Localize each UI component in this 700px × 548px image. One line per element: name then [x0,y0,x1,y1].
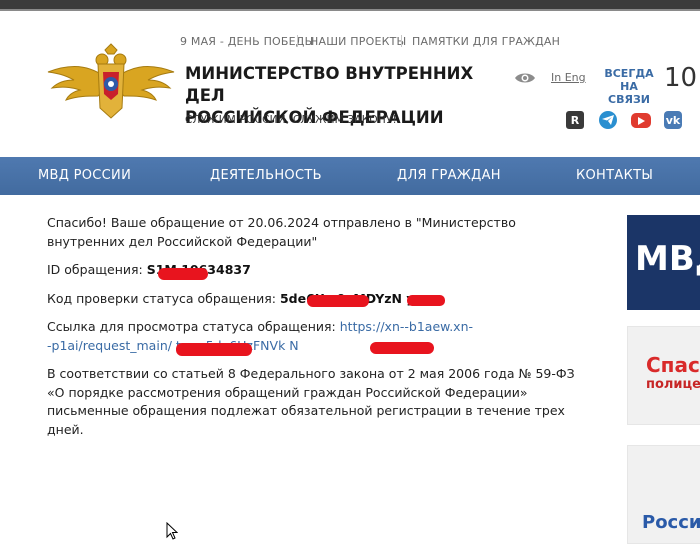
ministry-emblem-icon[interactable] [44,42,178,122]
nav-item-contacts[interactable]: КОНТАКТЫ [576,168,653,183]
site-slogan: СЛУЖИМ РОССИИ, СЛУЖИМ ЗАКОНУ! [185,114,397,126]
always-in-touch-label: ВСЕГДА НА СВЯЗИ [600,67,658,106]
redaction-mark [158,268,208,280]
redaction-mark [176,343,252,356]
police-thanks-banner[interactable]: Спас полице [627,326,700,425]
request-id-label: ID обращения: [47,262,143,277]
russia-banner[interactable]: Росси [627,445,700,544]
thanks-message: Спасибо! Ваше обращение от 20.06.2024 от… [47,215,516,249]
vk-icon[interactable]: vk [664,111,682,129]
browser-top-divider [0,9,700,11]
telegram-icon[interactable] [599,111,617,129]
mouse-cursor-icon [166,522,178,540]
always-line-1: ВСЕГДА [604,67,654,80]
divider [401,35,402,47]
top-link-victory-day[interactable]: 9 МАЯ - ДЕНЬ ПОБЕДЫ [180,35,315,48]
site-title-line-1: МИНИСТЕРСТВО ВНУТРЕННИХ ДЕЛ [185,64,474,105]
accessibility-eye-icon[interactable] [514,71,536,85]
top-link-projects[interactable]: НАШИ ПРОЕКТЫ [310,35,406,48]
rutube-icon[interactable]: R [566,111,584,129]
redaction-mark [407,295,445,306]
redaction-mark [370,342,434,354]
always-line-2: НА СВЯЗИ [608,80,650,106]
mvd-media-banner[interactable]: МВД [627,215,700,310]
nav-item-mvd-russia[interactable]: МВД РОССИИ [38,168,131,183]
main-navigation: МВД РОССИИ ДЕЯТЕЛЬНОСТЬ ДЛЯ ГРАЖДАН КОНТ… [0,157,700,195]
banner-text: МВД [635,239,700,279]
english-version-link[interactable]: In Eng [551,71,586,84]
redaction-mark [307,295,369,307]
youtube-icon[interactable] [631,113,651,128]
banner-text: полице [646,377,700,392]
status-link-label: Ссылка для просмотра статуса обращения: [47,319,336,334]
banner-text: Росси [642,512,700,533]
check-code-label: Код проверки статуса обращения: [47,290,276,306]
hotline-number[interactable]: 10 [664,63,697,93]
nav-item-for-citizens[interactable]: ДЛЯ ГРАЖДАН [397,168,501,183]
banner-text: Спас [646,353,700,377]
divider [297,35,298,47]
request-id-row: ID обращения: S1M 10634837 [47,261,607,280]
nav-item-activity[interactable]: ДЕЯТЕЛЬНОСТЬ [210,168,322,183]
top-link-citizens-guides[interactable]: ПАМЯТКИ ДЛЯ ГРАЖДАН [412,35,560,48]
submission-confirmation: Спасибо! Ваше обращение от 20.06.2024 от… [47,214,607,439]
law-notice: В соответствии со статьей 8 Федерального… [47,366,575,437]
browser-top-bar [0,0,700,9]
